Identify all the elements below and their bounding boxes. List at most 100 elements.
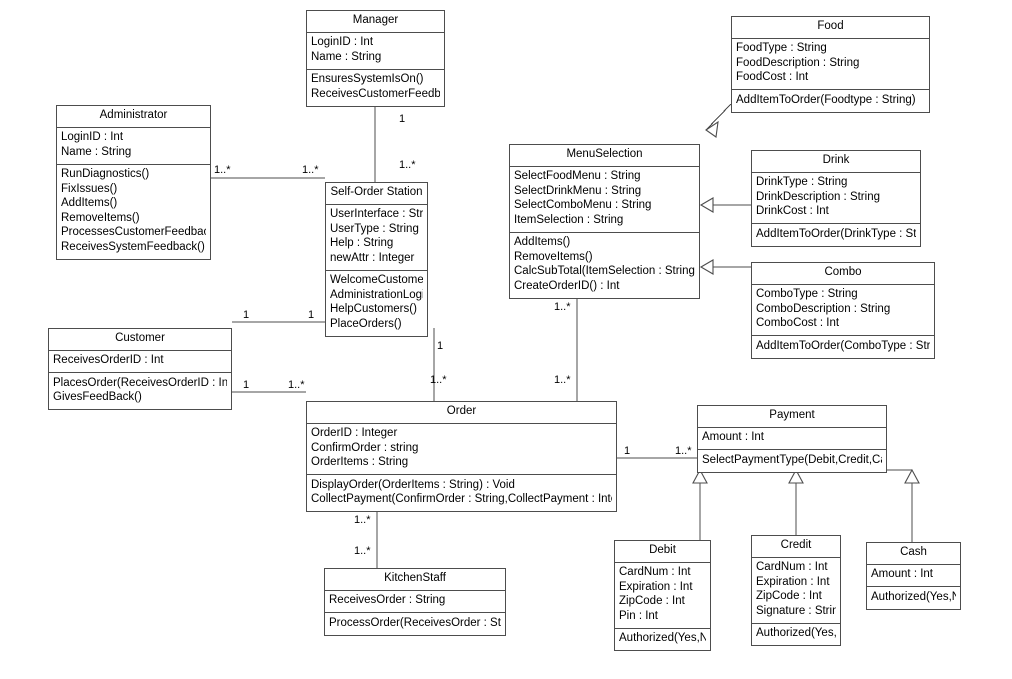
attribute-row: ZipCode : Int (756, 590, 822, 602)
class-menuselection-operations: AddItems() RemoveItems() CalcSubTotal(It… (510, 233, 699, 298)
operation-row: RunDiagnostics() (61, 168, 150, 180)
attribute-row: Expiration : Int (756, 575, 830, 588)
class-credit-attributes: CardNum : Int Expiration : Int ZipCode :… (752, 558, 840, 624)
class-food[interactable]: Food FoodType : String FoodDescription :… (731, 16, 930, 113)
attribute-row: UserType : String (330, 222, 419, 235)
class-customer-attributes: ReceivesOrderID : Int (49, 351, 231, 373)
class-food-operations: AddItemToOrder(Foodtype : String) (732, 90, 929, 112)
class-manager-operations: EnsuresSystemIsOn() ReceivesCustomerFeed… (307, 70, 444, 106)
operation-row: RemoveItems() (514, 250, 593, 263)
class-drink-attributes: DrinkType : String DrinkDescription : St… (752, 173, 920, 224)
operation-row: ReceivesSystemFeedback() (61, 240, 205, 253)
class-order[interactable]: Order OrderID : Integer ConfirmOrder : s… (306, 401, 617, 512)
operation-row: SelectPaymentType(Debit,Credit,Cash) (702, 453, 882, 466)
class-manager-attributes: LoginID : Int Name : String (307, 33, 444, 70)
operation-row: AdministrationLogin() (330, 288, 423, 301)
class-administrator[interactable]: Administrator LoginID : Int Name : Strin… (56, 105, 211, 260)
attribute-row: Help : String (330, 237, 394, 249)
class-drink[interactable]: Drink DrinkType : String DrinkDescriptio… (751, 150, 921, 247)
class-kitchenstaff-title: KitchenStaff (325, 569, 505, 591)
class-self-order-station-attributes: UserInterface : String UserType : String… (326, 205, 427, 271)
multiplicity-menuselection-order-top: 1..* (554, 301, 571, 313)
class-kitchenstaff[interactable]: KitchenStaff ReceivesOrder : String Proc… (324, 568, 506, 636)
class-self-order-station[interactable]: Self-Order Station UserInterface : Strin… (325, 182, 428, 337)
multiplicity-order-payment-right: 1..* (675, 445, 692, 457)
class-payment[interactable]: Payment Amount : Int SelectPaymentType(D… (697, 405, 887, 473)
attribute-row: LoginID : Int (311, 36, 374, 48)
edge-food-menuselection (705, 103, 732, 131)
multiplicity-customer-station-right: 1 (308, 309, 315, 321)
operation-row: Authorized(Yes,No) (871, 590, 956, 603)
attribute-row: OrderID : Integer (311, 427, 398, 439)
class-payment-attributes: Amount : Int (698, 428, 886, 450)
attribute-row: LoginID : Int (61, 131, 124, 143)
generalization-arrow-combo (699, 259, 714, 275)
class-administrator-operations: RunDiagnostics() FixIssues() AddItems() … (57, 165, 210, 259)
class-cash-title: Cash (867, 543, 960, 565)
class-payment-title: Payment (698, 406, 886, 428)
class-food-attributes: FoodType : String FoodDescription : Stri… (732, 39, 929, 90)
attribute-row: FoodDescription : String (736, 56, 860, 69)
operation-row: FixIssues() (61, 182, 118, 195)
attribute-row: ReceivesOrder : String (329, 594, 446, 606)
class-cash-operations: Authorized(Yes,No) (867, 587, 960, 609)
attribute-row: ComboCost : Int (756, 317, 840, 329)
attribute-row: SelectComboMenu : String (514, 199, 652, 211)
attribute-row: SelectFoodMenu : String (514, 170, 641, 182)
class-administrator-title: Administrator (57, 106, 210, 128)
class-manager[interactable]: Manager LoginID : Int Name : String Ensu… (306, 10, 445, 107)
class-debit[interactable]: Debit CardNum : Int Expiration : Int Zip… (614, 540, 711, 651)
class-menuselection[interactable]: MenuSelection SelectFoodMenu : String Se… (509, 144, 700, 299)
operation-row: AddItemToOrder(ComboType : String) (756, 339, 930, 352)
attribute-row: Signature : String (756, 604, 836, 617)
generalization-arrow-food (705, 120, 719, 138)
operation-row: AddItemToOrder(DrinkType : String) (756, 227, 916, 240)
multiplicity-administrator-left: 1..* (214, 164, 231, 176)
class-credit-operations: Authorized(Yes,No) (752, 624, 840, 646)
class-food-title: Food (732, 17, 929, 39)
multiplicity-order-kitchen-top: 1..* (354, 514, 371, 526)
class-debit-attributes: CardNum : Int Expiration : Int ZipCode :… (615, 563, 710, 629)
attribute-row: ReceivesOrderID : Int (53, 354, 164, 366)
operation-row: RemoveItems() (61, 211, 140, 224)
operation-row: PlacesOrder(ReceivesOrderID : Int) : Int (53, 376, 227, 389)
multiplicity-station-order-bottom: 1..* (430, 374, 447, 386)
edge-payment-debit (662, 483, 701, 546)
class-credit[interactable]: Credit CardNum : Int Expiration : Int Zi… (751, 535, 841, 646)
attribute-row: newAttr : Integer (330, 251, 415, 264)
attribute-row: FoodCost : Int (736, 71, 809, 83)
uml-class-diagram-canvas: 1 1..* 1..* 1..* 1 1 1 1..* 1 1..* 1..* … (0, 0, 1012, 679)
class-combo[interactable]: Combo ComboType : String ComboDescriptio… (751, 262, 935, 359)
class-kitchenstaff-attributes: ReceivesOrder : String (325, 591, 505, 613)
class-drink-title: Drink (752, 151, 920, 173)
class-credit-title: Credit (752, 536, 840, 558)
operation-row: Authorized(Yes,No) (756, 627, 836, 639)
class-customer[interactable]: Customer ReceivesOrderID : Int PlacesOrd… (48, 328, 232, 410)
attribute-row: ItemSelection : String (514, 213, 624, 226)
multiplicity-manager-station-top: 1 (399, 113, 406, 125)
class-cash-attributes: Amount : Int (867, 565, 960, 587)
class-cash[interactable]: Cash Amount : Int Authorized(Yes,No) (866, 542, 961, 610)
operation-row: ReceivesCustomerFeedback() (311, 87, 440, 100)
class-menuselection-title: MenuSelection (510, 145, 699, 167)
generalization-arrow-cash (904, 468, 920, 484)
operation-row: AddItemToOrder(Foodtype : String) (736, 93, 916, 106)
attribute-row: ConfirmOrder : string (311, 441, 419, 454)
operation-row: EnsuresSystemIsOn() (311, 73, 424, 85)
multiplicity-customer-order-left: 1 (243, 379, 250, 391)
operation-row: ProcessOrder(ReceivesOrder : String) (329, 616, 501, 629)
multiplicity-order-kitchen-bottom: 1..* (354, 545, 371, 557)
operation-row: CreateOrderID() : Int (514, 279, 620, 292)
operation-row: HelpCustomers() (330, 303, 417, 315)
class-drink-operations: AddItemToOrder(DrinkType : String) (752, 224, 920, 246)
class-order-operations: DisplayOrder(OrderItems : String) : Void… (307, 475, 616, 511)
class-administrator-attributes: LoginID : Int Name : String (57, 128, 210, 165)
multiplicity-order-payment-left: 1 (624, 445, 631, 457)
multiplicity-customer-station-left: 1 (243, 309, 250, 321)
attribute-row: DrinkType : String (756, 176, 848, 188)
attribute-row: ComboType : String (756, 288, 858, 300)
class-kitchenstaff-operations: ProcessOrder(ReceivesOrder : String) (325, 613, 505, 635)
attribute-row: Name : String (61, 145, 132, 158)
attribute-row: OrderItems : String (311, 456, 409, 468)
class-combo-attributes: ComboType : String ComboDescription : St… (752, 285, 934, 336)
